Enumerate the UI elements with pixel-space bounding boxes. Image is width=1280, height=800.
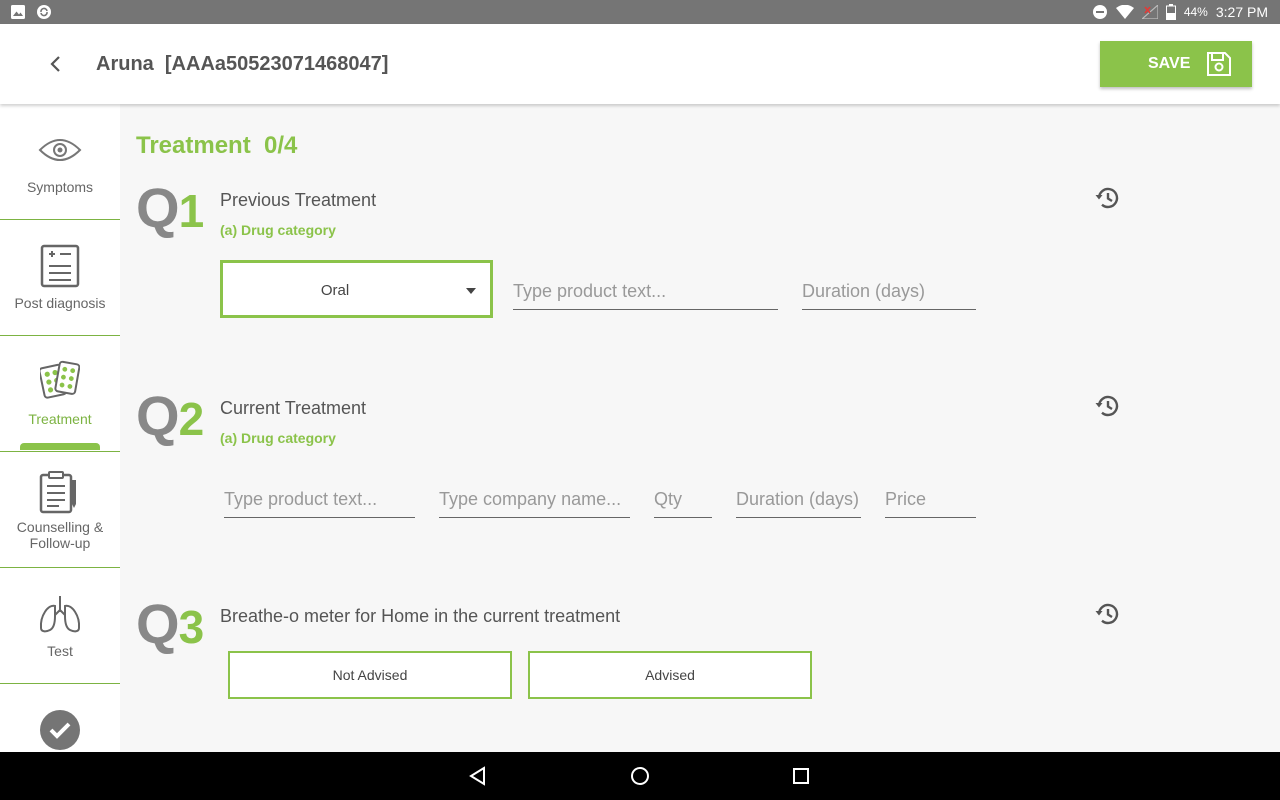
sidebar-item-label: Test [47,643,73,659]
sidebar-item-post-diagnosis[interactable]: Post diagnosis [0,220,120,336]
circle-home-icon [631,767,649,785]
clipboard-pen-icon [39,471,76,514]
sidebar-item-test[interactable]: Test [0,568,120,684]
clock: 3:27 PM [1215,4,1268,20]
history-button-3[interactable] [1094,600,1122,628]
q-digit: 3 [178,601,205,653]
sidebar-item-treatment[interactable]: Treatment [0,336,120,452]
chevron-left-icon [50,56,60,72]
sidebar-item-label: Counselling & [16,519,104,535]
sync-notification-icon [37,5,51,19]
current-price-input[interactable] [885,484,976,518]
floppy-disk-icon [1207,52,1231,76]
app-bar: Aruna [AAAa50523071468047] SAVE [0,24,1280,104]
patient-title: Aruna [AAAa50523071468047] [96,53,389,75]
cellular-signal-icon [1141,5,1158,19]
check-circle-icon [40,710,80,750]
nav-back-button[interactable] [466,764,490,788]
sidebar-item-counselling[interactable]: Counselling & Follow-up [0,452,120,568]
question-title-3: Breathe-o meter for Home in the current … [220,606,621,626]
sidebar: Symptoms Post diagnosis Treatment Counse… [0,104,120,752]
status-bar: 44% 3:27 PM [0,0,1280,24]
current-company-input[interactable] [439,484,630,518]
history-button-2[interactable] [1094,392,1122,420]
question-subtitle-1: (a) Drug category [220,222,336,238]
nav-home-button[interactable] [628,764,652,788]
current-qty-input[interactable] [654,484,712,518]
status-right-icons: 44% 3:27 PM [1092,0,1268,24]
question-number-3: Q3 [136,596,205,653]
sidebar-item-label-line2: Follow-up [29,535,91,551]
previous-duration-input[interactable] [802,276,976,310]
q-letter: Q [136,176,180,239]
sidebar-item-label: Treatment [28,411,92,427]
active-tab-indicator [20,443,100,450]
not-advised-button[interactable]: Not Advised [228,651,512,699]
dropdown-selected-value: Oral [320,282,350,299]
q-digit: 2 [178,393,205,445]
previous-product-input[interactable] [513,276,778,310]
save-button[interactable]: SAVE [1100,41,1252,87]
system-nav-bar [0,752,1280,800]
battery-percent: 44% [1183,5,1208,19]
question-title-1: Previous Treatment [220,190,377,210]
current-product-input[interactable] [224,484,415,518]
page-title: Treatment 0/4 [136,132,298,159]
battery-icon [1165,4,1176,20]
history-icon [1095,187,1119,209]
do-not-disturb-icon [1092,5,1107,19]
back-button[interactable] [40,48,72,80]
question-number-1: Q1 [136,180,205,237]
sidebar-item-symptoms[interactable]: Symptoms [0,104,120,220]
current-duration-input[interactable] [736,484,861,518]
sidebar-item-label: Post diagnosis [14,295,106,311]
status-left-icons [10,4,52,20]
clipboard-plus-icon [40,244,80,288]
save-label: SAVE [1148,55,1191,72]
triangle-back-icon [469,766,485,786]
history-button-1[interactable] [1094,184,1122,212]
history-icon [1095,603,1119,625]
pill-pack-icon [40,360,80,399]
eye-icon [38,139,82,161]
caret-down-icon [466,288,476,294]
lungs-icon [39,596,81,633]
question-title-2: Current Treatment [220,398,367,418]
drug-category-dropdown[interactable]: Oral [220,260,493,318]
question-number-2: Q2 [136,388,205,445]
sidebar-item-label: Symptoms [26,179,94,195]
q-letter: Q [136,384,180,447]
wifi-icon [1115,5,1134,19]
q-digit: 1 [178,185,205,237]
advised-button[interactable]: Advised [528,651,812,699]
q-letter: Q [136,592,180,655]
history-icon [1095,395,1119,417]
square-recents-icon [793,768,809,784]
image-notification-icon [11,5,25,19]
question-subtitle-2: (a) Drug category [220,430,336,446]
nav-recents-button[interactable] [789,764,813,788]
